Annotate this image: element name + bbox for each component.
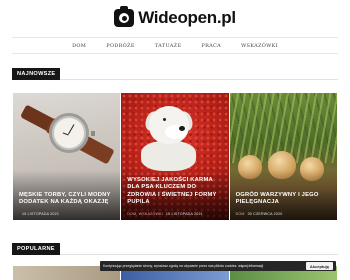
post-title[interactable]: WYSOKIEJ JAKOŚCI KARMA DLA PSA KLUCZEM D…	[127, 177, 222, 207]
post-meta: DOM 30 CZERWCA 2020	[236, 212, 283, 216]
post-card[interactable]: MĘSKIE TORBY, CZYLI MODNY DODATEK NA KAŻ…	[13, 93, 121, 220]
section-latest-label: NAJNOWSZE	[12, 68, 61, 80]
camera-icon	[114, 6, 135, 27]
post-category[interactable]: DOM, WSKAZÓWKI	[127, 212, 163, 216]
cookie-accept-button[interactable]: Akceptuję	[305, 262, 333, 270]
post-meta: DOM, WSKAZÓWKI 15 LISTOPADA 2021	[127, 212, 203, 216]
nav-item-praca[interactable]: PRACA	[191, 43, 231, 49]
post-meta: 15 LISTOPADA 2021	[19, 212, 59, 216]
logo-text: Wideopen.pl	[138, 8, 236, 27]
section-popular-label: POPULARNE	[12, 243, 60, 255]
section-popular-header: POPULARNE	[12, 243, 338, 255]
site-logo[interactable]: Wideopen.pl	[0, 6, 350, 29]
post-date: 30 CZERWCA 2020	[247, 212, 283, 216]
latest-posts: MĘSKIE TORBY, CZYLI MODNY DODATEK NA KAŻ…	[13, 93, 337, 220]
nav-item-wskazowki[interactable]: WSKAZÓWKI	[231, 43, 288, 49]
post-title[interactable]: OGRÓD WARZYWNY I JEGO PIELĘGNACJA	[236, 192, 331, 207]
post-date: 15 LISTOPADA 2021	[22, 212, 60, 216]
post-date: 15 LISTOPADA 2021	[165, 212, 203, 216]
post-category[interactable]: DOM	[236, 212, 245, 216]
post-card[interactable]: OGRÓD WARZYWNY I JEGO PIELĘGNACJA DOM 30…	[229, 93, 337, 220]
page: Wideopen.pl DOM PODRÓŻE TATUAŻE PRACA WS…	[0, 0, 350, 280]
cookie-more-info-link[interactable]: więcej informacji	[238, 264, 263, 268]
main-nav: DOM PODRÓŻE TATUAŻE PRACA WSKAZÓWKI	[12, 37, 338, 54]
cookie-banner: Kontynuując przeglądanie strony, wyrażas…	[100, 261, 336, 271]
post-title[interactable]: MĘSKIE TORBY, CZYLI MODNY DODATEK NA KAŻ…	[19, 192, 114, 207]
nav-item-dom[interactable]: DOM	[62, 43, 96, 49]
nav-item-tatuaze[interactable]: TATUAŻE	[145, 43, 192, 49]
section-latest-header: NAJNOWSZE	[12, 68, 338, 80]
post-card[interactable]: WYSOKIEJ JAKOŚCI KARMA DLA PSA KLUCZEM D…	[121, 93, 229, 220]
nav-item-podroze[interactable]: PODRÓŻE	[96, 43, 145, 49]
cookie-text: Kontynuując przeglądanie strony, wyrażas…	[103, 264, 264, 268]
